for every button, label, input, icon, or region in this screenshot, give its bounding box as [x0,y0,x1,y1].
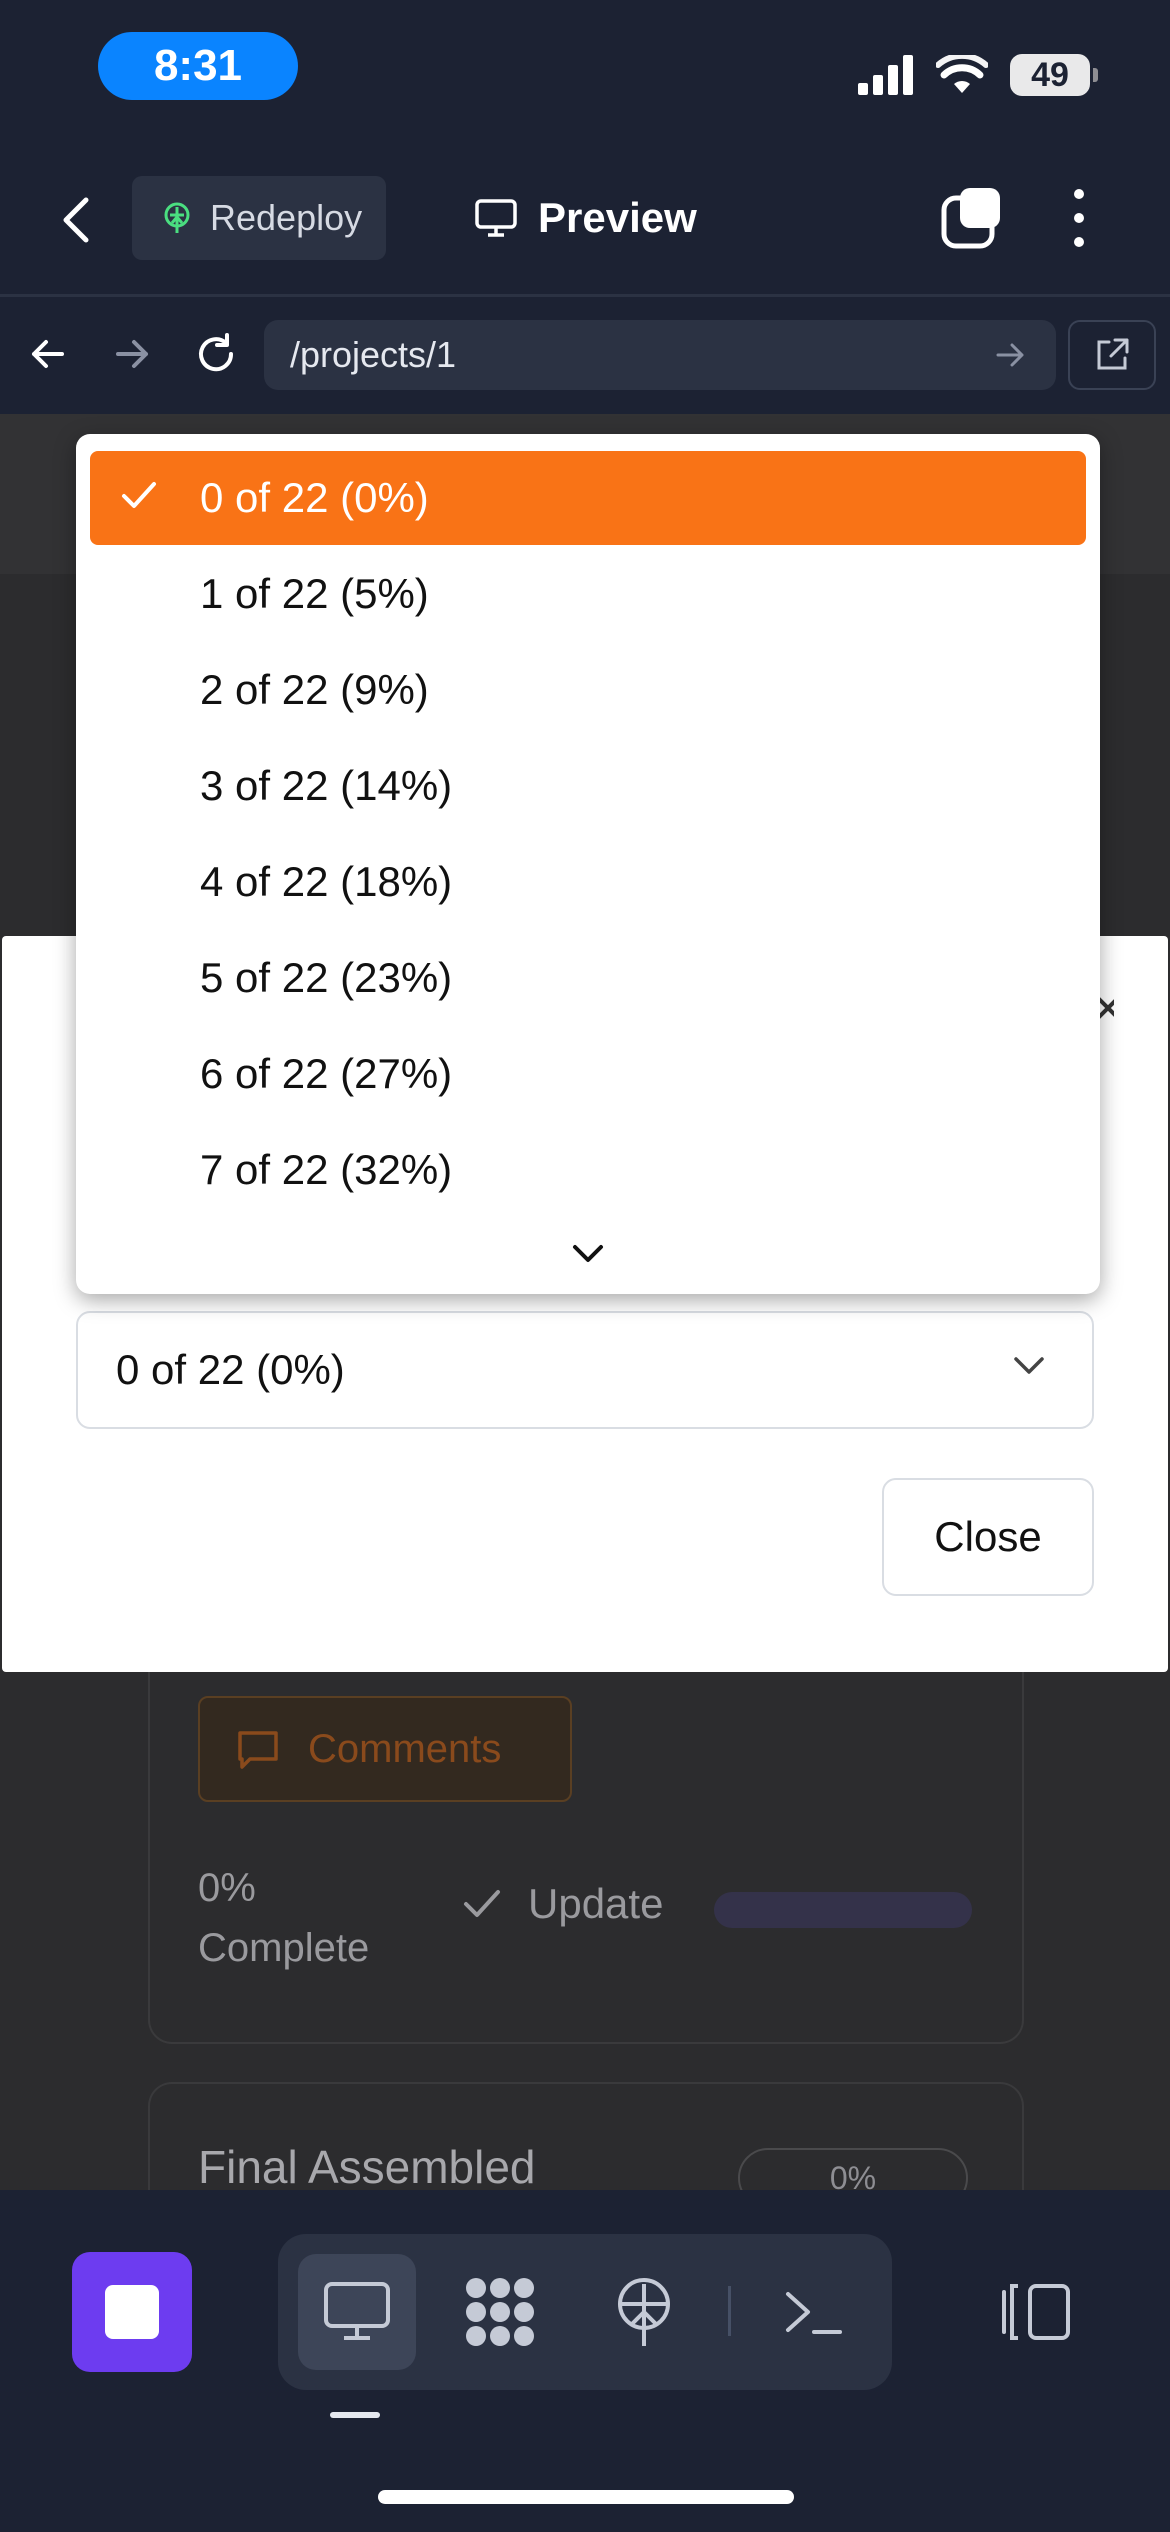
external-link-icon [1097,338,1129,370]
update-label: Update [528,1880,664,1927]
status-icons: 49 [858,50,1098,100]
dropdown-option[interactable]: 3 of 22 (14%) [90,739,1086,833]
browser-forward-button[interactable] [100,322,164,386]
more-options-button[interactable] [1062,184,1096,252]
dropdown-option-label: 0 of 22 (0%) [200,474,429,521]
dropdown-option-label: 4 of 22 (18%) [200,858,453,905]
dropdown-option-label: 7 of 22 (32%) [200,1146,453,1193]
split-view-button[interactable] [996,2272,1076,2352]
update-status: Update [462,1880,663,1928]
go-arrow-icon[interactable] [994,338,1028,372]
progress-bar [714,1892,972,1928]
tabs-button[interactable] [940,184,1008,252]
arrow-right-icon [116,340,148,368]
comments-button: Comments [198,1696,572,1802]
header-divider [0,294,1170,297]
chevron-down-icon [1014,1357,1044,1374]
active-tool-indicator [330,2412,380,2418]
stop-button[interactable] [72,2252,192,2372]
status-time: 8:31 [98,32,298,100]
terminal-icon [786,2292,842,2334]
split-view-icon [1002,2284,1070,2340]
terminal-tool-button[interactable] [774,2272,854,2352]
reload-button[interactable] [184,322,248,386]
preview-tab[interactable]: Preview [474,176,697,260]
browser-back-button[interactable] [16,322,80,386]
apps-icon [466,2278,534,2346]
dropdown-option-label: 5 of 22 (23%) [200,954,453,1001]
completion-label: Complete [198,1926,370,1970]
chevron-down-icon [573,1245,603,1262]
deploy-tool-button[interactable] [604,2272,684,2352]
wifi-icon [936,55,988,93]
back-button[interactable] [56,180,116,260]
dropdown-option[interactable]: 7 of 22 (32%) [90,1123,1086,1217]
apps-tool-button[interactable] [460,2272,540,2352]
desktop-tool-button[interactable] [317,2272,397,2352]
dropdown-option[interactable]: 0 of 22 (0%) [90,451,1086,545]
redeploy-button[interactable]: Redeploy [132,176,386,260]
dropdown-option[interactable]: 6 of 22 (27%) [90,1027,1086,1121]
url-path: /projects/1 [290,334,457,375]
dropdown-option-label: 3 of 22 (14%) [200,762,453,809]
dropdown-option[interactable]: 4 of 22 (18%) [90,835,1086,929]
tool-separator [728,2286,731,2336]
comment-icon [238,1731,278,1769]
dropdown-option[interactable]: 1 of 22 (5%) [90,547,1086,641]
next-task-title: Final Assembled [198,2141,536,2193]
preview-label: Preview [538,194,697,241]
progress-select-value: 0 of 22 (0%) [116,1346,345,1393]
dropdown-option[interactable]: 5 of 22 (23%) [90,931,1086,1025]
completion-percent: 0% [198,1866,256,1910]
tabs-icon [941,188,1000,249]
deploy-icon [618,2278,670,2346]
check-icon [122,482,156,508]
more-vertical-icon [1074,189,1084,247]
chevron-left-icon [63,197,89,243]
progress-select[interactable]: 0 of 22 (0%) [76,1311,1094,1429]
check-icon [464,1890,500,1917]
dropdown-option-label: 6 of 22 (27%) [200,1050,453,1097]
signal-icon [858,55,913,95]
open-external-button[interactable] [1068,320,1156,390]
monitor-icon [475,199,517,237]
battery-icon: 49 [1010,54,1098,96]
dropdown-option-label: 1 of 22 (5%) [200,570,429,617]
scroll-down-icon[interactable] [570,1242,606,1266]
refresh-icon [199,333,234,372]
dropdown-option-label: 2 of 22 (9%) [200,666,429,713]
dropdown-option[interactable]: 2 of 22 (9%) [90,643,1086,737]
progress-dropdown: 0 of 22 (0%) 1 of 22 (5%) 2 of 22 (9%) 3… [76,434,1100,1294]
close-button[interactable]: Close [882,1478,1094,1596]
comments-label: Comments [308,1726,502,1771]
stop-icon [105,2285,159,2339]
home-indicator[interactable] [378,2490,794,2504]
desktop-icon [324,2282,390,2340]
arrow-left-icon [32,340,64,368]
completion-text: 0% Complete [198,1858,369,1978]
redeploy-label: Redeploy [210,197,363,238]
url-field[interactable]: /projects/1 [264,320,1056,390]
deploy-icon [164,202,190,233]
